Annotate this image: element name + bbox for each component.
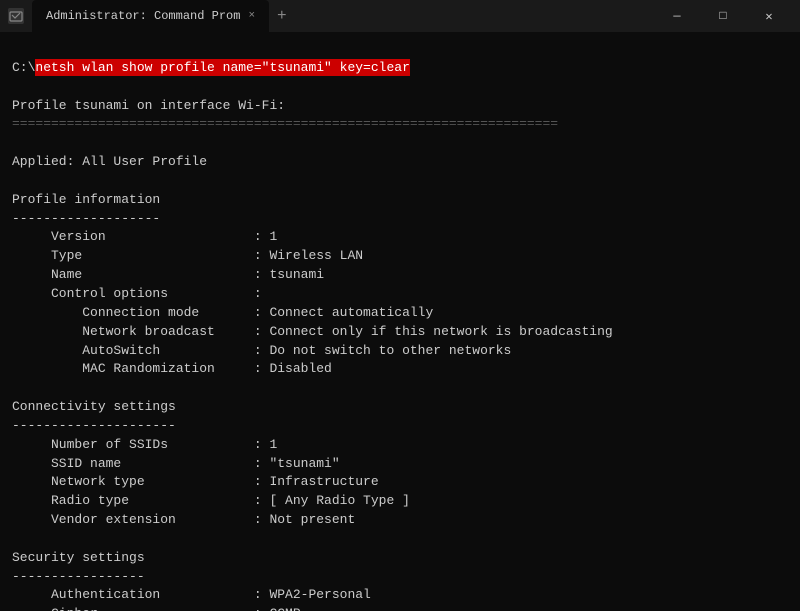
mac-randomization-line: MAC Randomization : Disabled [12,361,332,376]
control-options-line: Control options : [12,286,262,301]
network-type-line: Network type : Infrastructure [12,474,379,489]
cipher1-line: Cipher : CCMP [12,606,301,611]
applied-line: Applied: All User Profile [12,154,207,169]
num-ssids-line: Number of SSIDs : 1 [12,437,277,452]
type-line: Type : Wireless LAN [12,248,363,263]
version-line: Version : 1 [12,229,277,244]
tab-area: Administrator: Command Prom × + [32,0,646,32]
vendor-ext-line: Vendor extension : Not present [12,512,355,527]
name-line: Name : tsunami [12,267,324,282]
title-bar: Administrator: Command Prom × + — □ ✕ [0,0,800,32]
tab-label: Administrator: Command Prom [46,9,240,23]
command-line: C:\netsh wlan show profile name="tsunami… [12,59,410,76]
terminal-tab[interactable]: Administrator: Command Prom × [32,0,269,32]
terminal-output[interactable]: C:\netsh wlan show profile name="tsunami… [0,32,800,611]
connectivity-header: Connectivity settings [12,399,176,414]
minimize-button[interactable]: — [654,0,700,32]
close-button[interactable]: ✕ [746,0,792,32]
profile-info-header: Profile information [12,192,160,207]
maximize-button[interactable]: □ [700,0,746,32]
tab-close-button[interactable]: × [248,10,255,22]
network-broadcast-line: Network broadcast : Connect only if this… [12,324,613,339]
connectivity-sep: --------------------- [12,418,176,433]
security-header: Security settings [12,550,145,565]
separator-line: ========================================… [12,116,558,131]
command-highlight: netsh wlan show profile name="tsunami" k… [35,59,409,76]
connection-mode-line: Connection mode : Connect automatically [12,305,433,320]
radio-type-line: Radio type : [ Any Radio Type ] [12,493,410,508]
security-sep: ----------------- [12,569,145,584]
output-line-2: Profile tsunami on interface Wi-Fi: [12,98,285,113]
app-icon [8,8,24,24]
ssid-name-line: SSID name : "tsunami" [12,456,340,471]
window: Administrator: Command Prom × + — □ ✕ C:… [0,0,800,611]
autoswitch-line: AutoSwitch : Do not switch to other netw… [12,343,511,358]
auth1-line: Authentication : WPA2-Personal [12,587,371,602]
window-controls: — □ ✕ [654,0,792,32]
new-tab-button[interactable]: + [269,7,295,25]
profile-info-sep: ------------------- [12,211,160,226]
